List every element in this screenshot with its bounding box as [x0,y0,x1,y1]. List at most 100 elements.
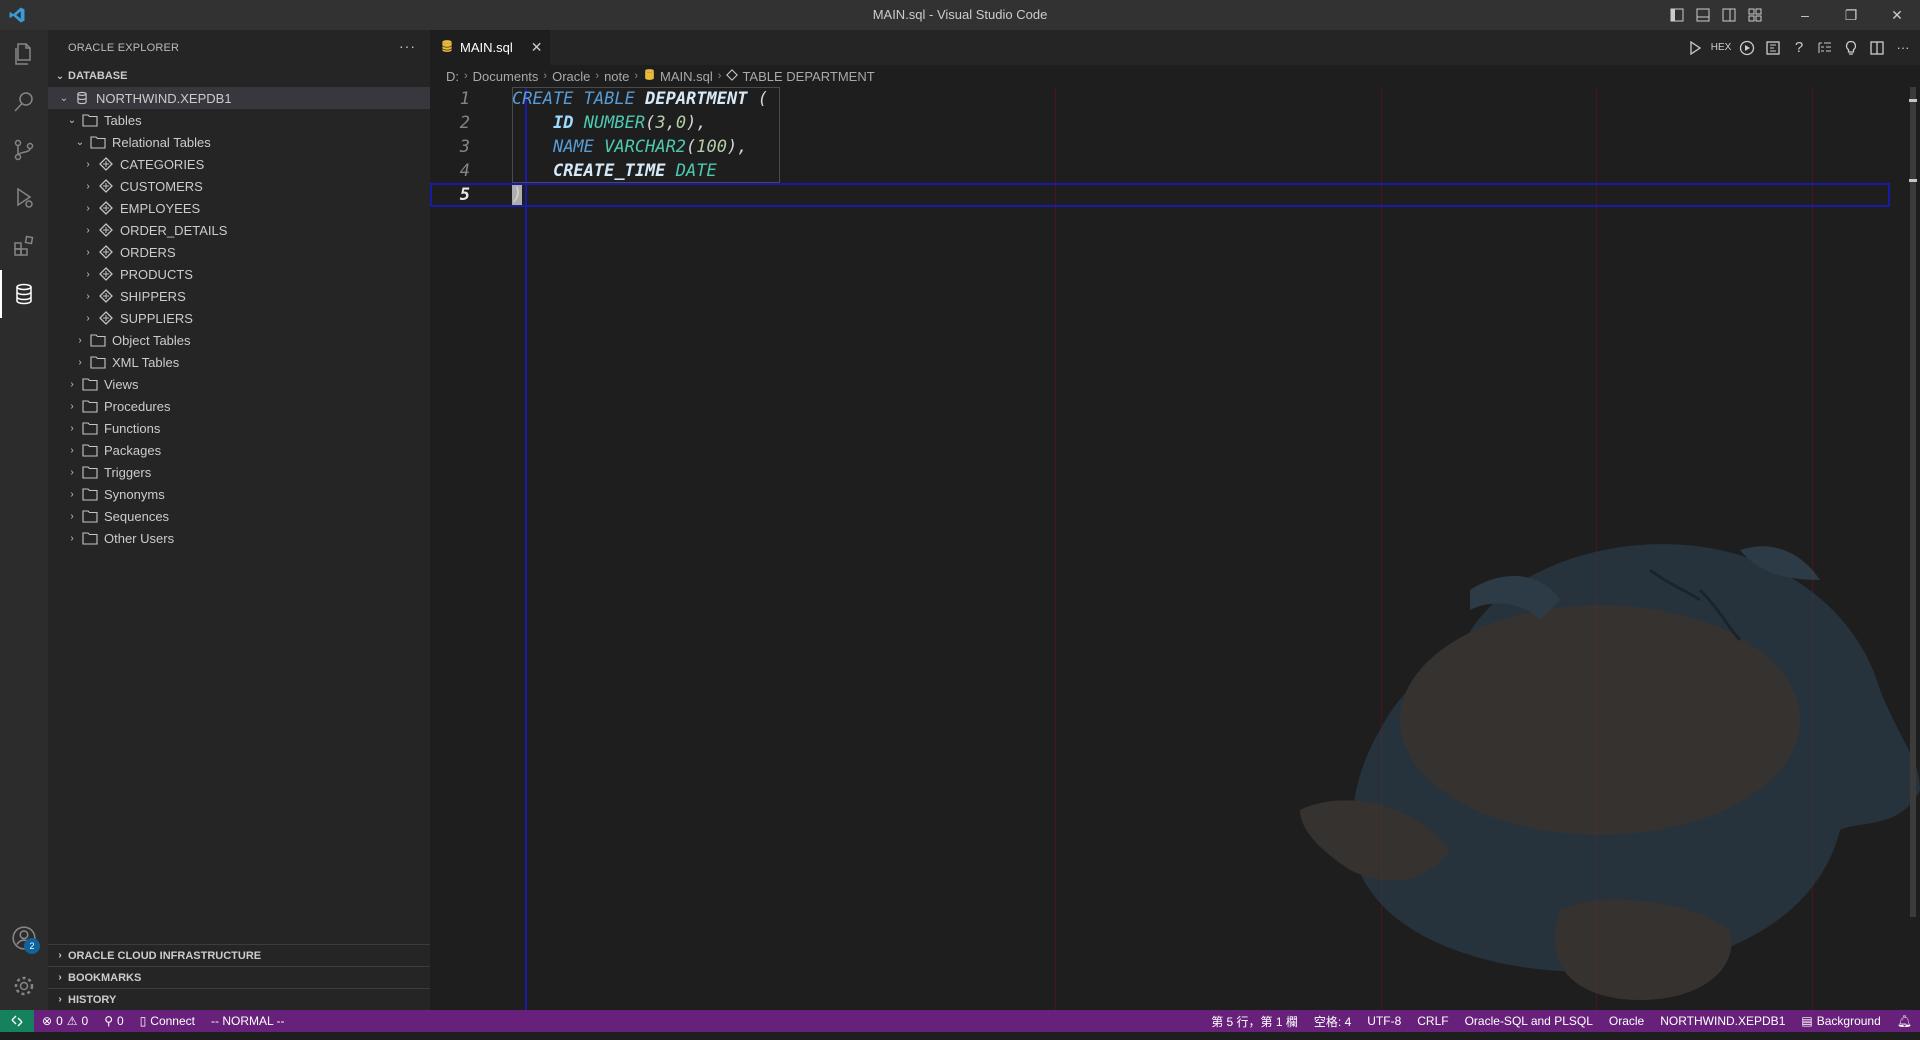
sidebar-section-header[interactable]: › HISTORY [48,988,430,1010]
tree-item-folder[interactable]: › Synonyms [48,483,430,505]
vertical-scrollbar[interactable] [1910,87,1916,917]
split-editor-icon[interactable] [1864,35,1890,61]
breadcrumb-item[interactable]: Documents [473,69,539,84]
tab-close-icon[interactable]: ✕ [531,39,543,56]
settings-gear-icon[interactable] [0,962,48,1010]
tree-item-folder[interactable]: › Object Tables [48,329,430,351]
tree-item-table[interactable]: › ORDERS [48,241,430,263]
breadcrumb-item[interactable]: MAIN.sql [660,69,713,84]
execute-circle-icon[interactable] [1734,35,1760,61]
cursor-position[interactable]: 第 5 行，第 1 欄 [1203,1010,1306,1032]
tree-item-connection[interactable]: ⌄ NORTHWIND.XEPDB1 [48,87,430,109]
breadcrumb-separator-icon: › [464,70,468,82]
code-editor[interactable]: 1 2 3 4 5 CREATE TABLE DEPARTMENT ( ID N… [430,87,1920,1010]
language-mode[interactable]: Oracle-SQL and PLSQL [1457,1010,1601,1032]
document-icon: ▤ [1801,1014,1813,1028]
background-toggle[interactable]: ▤ Background [1793,1010,1888,1032]
tree-item-label: ORDERS [120,244,176,260]
table-diamond-icon [96,288,116,304]
end-of-line[interactable]: CRLF [1409,1010,1456,1032]
hex-button[interactable]: HEX [1708,35,1734,61]
sidebar-section-header[interactable]: › ORACLE CLOUD INFRASTRUCTURE [48,944,430,966]
file-icon: ▯ [139,1014,147,1028]
chevron-right-icon: › [70,422,74,434]
breadcrumb-item[interactable]: TABLE DEPARTMENT [742,69,874,84]
minimize-button[interactable]: – [1782,0,1828,30]
column-token: CREATE_TIME [552,161,666,181]
tree-item-folder[interactable]: › Other Users [48,527,430,549]
remote-indicator-icon[interactable] [0,1010,34,1032]
number-token: 3 [655,113,666,133]
run-debug-icon[interactable] [0,174,48,222]
tab-main-sql[interactable]: MAIN.sql ✕ [430,30,550,65]
explain-plan-icon[interactable] [1760,35,1786,61]
run-icon[interactable] [1682,35,1708,61]
accounts-icon[interactable]: 2 [0,914,48,962]
indentation[interactable]: 空格: 4 [1306,1010,1359,1032]
connection-name[interactable]: NORTHWIND.XEPDB1 [1652,1010,1793,1032]
sidebar-section-header[interactable]: › BOOKMARKS [48,966,430,988]
lightbulb-icon[interactable] [1838,35,1864,61]
tree-item-folder[interactable]: › Procedures [48,395,430,417]
database-icon[interactable] [0,270,48,318]
window-title: MAIN.sql - Visual Studio Code [872,7,1048,22]
punctuation-token: ( [686,137,697,157]
search-icon[interactable] [0,78,48,126]
chevron-right-icon: › [70,510,74,522]
tree-item-label: Procedures [104,398,171,414]
database-tree: ⌄ NORTHWIND.XEPDB1 ⌄ Tables ⌄ Relational Tabl… [48,87,430,549]
close-button[interactable]: ✕ [1874,0,1920,30]
editor-actions: HEX ? ··· [1682,30,1916,65]
section-label: BOOKMARKS [68,971,142,984]
breadcrumb-item[interactable]: Oracle [552,69,590,84]
tree-item-tables[interactable]: ⌄ Tables [48,109,430,131]
tree-item-label: Views [104,376,139,392]
section-label: DATABASE [68,70,128,82]
tab-bar: MAIN.sql ✕ HEX ? ··· [430,30,1920,65]
tree-item-folder[interactable]: › Functions [48,417,430,439]
tree-item-table[interactable]: › SUPPLIERS [48,307,430,329]
oracle-explorer-sidebar: ORACLE EXPLORER ··· ⌄ DATABASE ⌄ NORTHWIN… [48,30,430,1010]
notifications-bell-icon[interactable]: 🔔︎ [1889,1010,1920,1032]
tree-item-table[interactable]: › CUSTOMERS [48,175,430,197]
restore-button[interactable]: ❐ [1828,0,1874,30]
breadcrumb-item[interactable]: note [604,69,629,84]
customize-layout-icon[interactable] [1742,0,1768,30]
toggle-sidebar-icon[interactable] [1664,0,1690,30]
tree-item-table[interactable]: › SHIPPERS [48,285,430,307]
tree-item-folder[interactable]: › Triggers [48,461,430,483]
connect-button[interactable]: ▯ Connect [132,1010,203,1032]
database-file-icon [440,39,454,56]
ports-status[interactable]: ⚲ 0 [96,1010,131,1032]
database-section-header[interactable]: ⌄ DATABASE [48,65,430,87]
problems-status[interactable]: ⊗ 0 ⚠ 0 [34,1010,96,1032]
tree-item-folder[interactable]: › Views [48,373,430,395]
explorer-icon[interactable] [0,30,48,78]
table-diamond-icon [96,244,116,260]
tree-item-label: Triggers [104,464,152,480]
source-control-icon[interactable] [0,126,48,174]
chevron-right-icon: › [70,488,74,500]
database-type[interactable]: Oracle [1601,1010,1652,1032]
tree-item-folder[interactable]: › XML Tables [48,351,430,373]
tree-item-table[interactable]: › EMPLOYEES [48,197,430,219]
indent-guide [525,87,527,1010]
encoding[interactable]: UTF-8 [1359,1010,1409,1032]
more-actions-button[interactable]: ··· [399,38,416,54]
tree-item-table[interactable]: › ORDER_DETAILS [48,219,430,241]
tree-item-table[interactable]: › PRODUCTS [48,263,430,285]
chevron-right-icon: › [58,994,62,1005]
extensions-icon[interactable] [0,222,48,270]
toggle-panel-icon[interactable] [1690,0,1716,30]
title-bar: MAIN.sql - Visual Studio Code – ❐ ✕ [0,0,1920,30]
breadcrumb-item[interactable]: D: [446,69,459,84]
help-icon[interactable]: ? [1786,35,1812,61]
editor-more-button[interactable]: ··· [1890,35,1916,61]
chevron-right-icon: › [70,466,74,478]
toggle-secondary-sidebar-icon[interactable] [1716,0,1742,30]
tree-item-folder[interactable]: › Packages [48,439,430,461]
tree-item-relational-tables[interactable]: ⌄ Relational Tables [48,131,430,153]
tree-item-folder[interactable]: › Sequences [48,505,430,527]
outline-list-icon[interactable] [1812,35,1838,61]
tree-item-table[interactable]: › CATEGORIES [48,153,430,175]
